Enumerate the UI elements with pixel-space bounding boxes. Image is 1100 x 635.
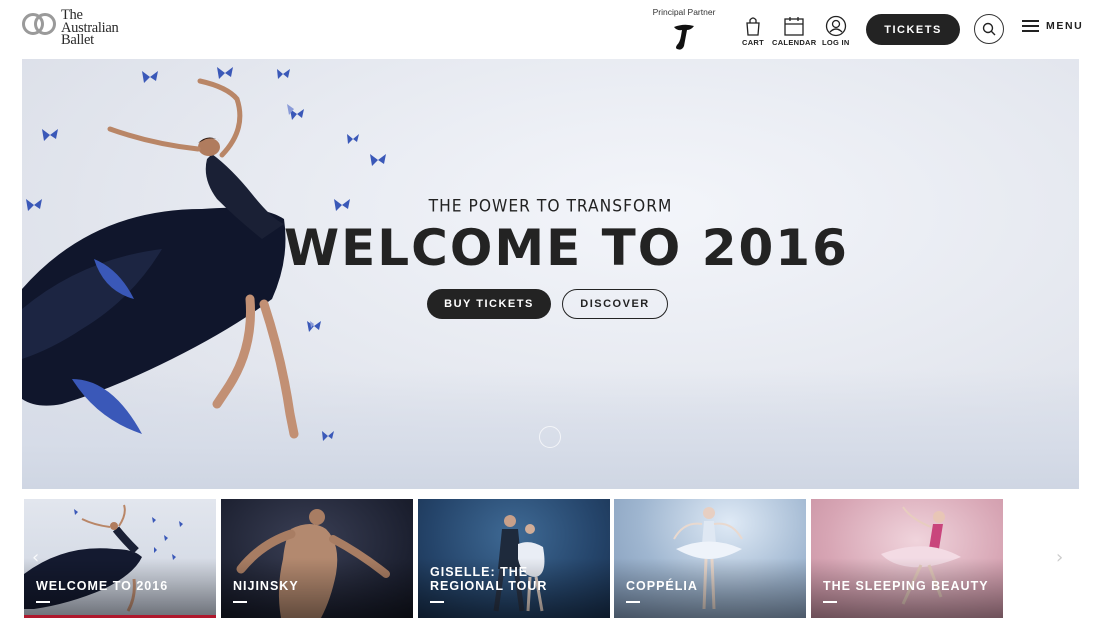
slide-dash xyxy=(233,601,247,603)
shopping-bag-icon xyxy=(746,17,760,36)
carousel-slide[interactable]: GISELLE: THE REGIONAL TOUR xyxy=(418,499,610,618)
logo-text: The Australian Ballet xyxy=(61,8,119,48)
slide-title: GISELLE: THE REGIONAL TOUR xyxy=(430,565,548,593)
logo-rings-icon xyxy=(22,13,56,35)
principal-partner[interactable]: Principal Partner xyxy=(648,7,720,52)
carousel-slide[interactable]: THE SLEEPING BEAUTY xyxy=(811,499,1003,618)
hero-title: WELCOME TO 2016 xyxy=(284,219,849,277)
carousel-slide[interactable]: NIJINSKY xyxy=(221,499,413,618)
login-label: LOG IN xyxy=(822,38,850,47)
menu-button[interactable]: MENU xyxy=(1022,20,1083,32)
slide-dash xyxy=(626,601,640,603)
chevron-left-icon[interactable]: ‹ xyxy=(32,547,39,568)
site-header: The Australian Ballet Principal Partner … xyxy=(0,0,1100,59)
calendar-icon xyxy=(784,17,804,36)
menu-label: MENU xyxy=(1046,20,1084,32)
slide-dash xyxy=(430,601,444,603)
login-button[interactable]: LOG IN xyxy=(822,15,850,47)
buy-tickets-button[interactable]: BUY TICKETS xyxy=(427,289,551,319)
active-slide-indicator xyxy=(24,615,216,618)
slide-title: WELCOME TO 2016 xyxy=(36,579,169,593)
cart-button[interactable]: CART xyxy=(742,15,764,47)
slide-dash xyxy=(823,601,837,603)
partner-label: Principal Partner xyxy=(652,7,716,17)
slide-title: COPPÉLIA xyxy=(626,579,698,593)
hamburger-icon xyxy=(1022,20,1039,32)
feature-carousel: WELCOME TO 2016 NIJINSKY GISELLE: THE RE… xyxy=(22,497,1079,619)
scroll-down-icon[interactable] xyxy=(539,426,561,448)
slide-title: NIJINSKY xyxy=(233,579,299,593)
slide-title: THE SLEEPING BEAUTY xyxy=(823,579,989,593)
carousel-slide[interactable]: WELCOME TO 2016 xyxy=(24,499,216,618)
cart-label: CART xyxy=(742,38,765,47)
logo-line-3: Ballet xyxy=(61,32,94,48)
tickets-button[interactable]: TICKETS xyxy=(866,14,960,45)
hero-subtitle: THE POWER TO TRANSFORM xyxy=(428,196,673,216)
search-button[interactable] xyxy=(974,14,1004,44)
australian-ballet-logo[interactable]: The Australian Ballet xyxy=(22,8,119,48)
slide-dash xyxy=(36,601,50,603)
user-icon xyxy=(825,15,846,37)
chevron-right-icon[interactable]: › xyxy=(1056,547,1063,568)
calendar-label: CALENDAR xyxy=(772,38,817,47)
telstra-logo-icon xyxy=(674,24,694,50)
search-icon xyxy=(982,22,996,36)
calendar-button[interactable]: CALENDAR xyxy=(772,15,816,47)
hero-banner: THE POWER TO TRANSFORM WELCOME TO 2016 B… xyxy=(22,59,1079,489)
carousel-slide[interactable]: COPPÉLIA xyxy=(614,499,806,618)
discover-button[interactable]: DISCOVER xyxy=(562,289,668,319)
